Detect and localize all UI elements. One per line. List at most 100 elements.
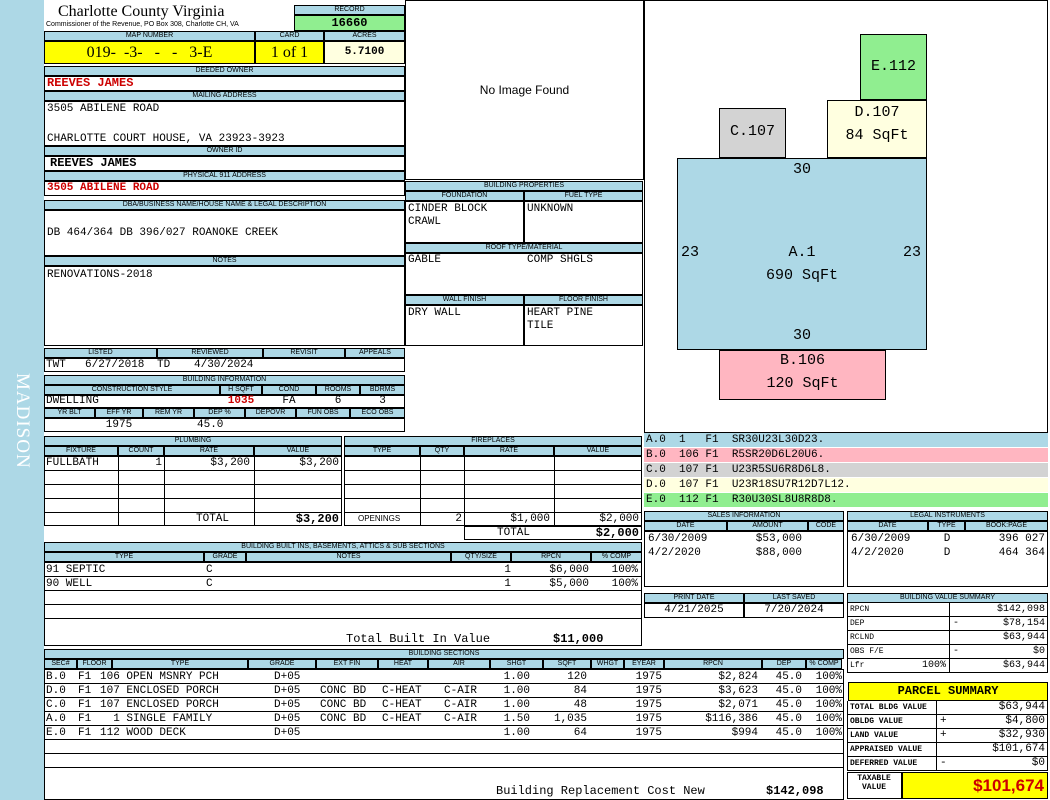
section-column-header: HEAT bbox=[378, 659, 428, 669]
value-summary-label: OBS F/E bbox=[850, 647, 884, 656]
section-eyear: 1975 bbox=[635, 699, 662, 711]
floor-finish-box: HEART PINE TILE bbox=[524, 305, 643, 346]
cond-value: FA bbox=[282, 395, 296, 407]
legal-row-type: D bbox=[943, 533, 951, 545]
section-eyear: 1975 bbox=[635, 671, 662, 683]
builtin-row-rpcn: $6,000 bbox=[549, 564, 589, 576]
builtins-rule bbox=[45, 604, 641, 605]
revisit-header: REVISIT bbox=[263, 348, 345, 358]
parcel-summary-label: TOTAL BLDG VALUE bbox=[850, 703, 927, 712]
value-summary-row: RCLND $63,944 bbox=[847, 631, 1048, 645]
legal-row-date: 6/30/2009 bbox=[851, 533, 911, 545]
parcel-summary-label: DEFERRED VALUE bbox=[850, 759, 918, 768]
parcel-summary-row: DEFERRED VALUE - $0 bbox=[847, 757, 1048, 771]
legal-row: 6/30/2009 D 396 027 bbox=[847, 532, 1048, 546]
construction-style: DWELLING bbox=[46, 395, 99, 407]
section-shgt: 1.00 bbox=[503, 671, 530, 683]
roof-type: GABLE bbox=[408, 254, 442, 266]
builtins-type-header: TYPE bbox=[44, 552, 204, 562]
foundation-line-1: CINDER BLOCK bbox=[408, 203, 488, 215]
builtin-row-qty: 1 bbox=[504, 564, 511, 576]
legal-row-type: D bbox=[943, 547, 951, 559]
section-column-header: EYEAR bbox=[624, 659, 664, 669]
section-floor: F1 bbox=[78, 671, 92, 683]
section-column-header: DEP bbox=[762, 659, 806, 669]
value-summary-rows: RPCN $142,098 DEP - $78,154 RCLND $63,944 OBS F… bbox=[847, 603, 1048, 673]
roof-material: COMP SHGLS bbox=[527, 254, 594, 266]
parcel-summary-row: LAND VALUE + $32,930 bbox=[847, 729, 1048, 743]
builtins-grade-header: GRADE bbox=[204, 552, 246, 562]
section-column-header: WHGT bbox=[591, 659, 624, 669]
sketch-c-label: C.107 bbox=[729, 123, 775, 140]
building-sections-header: BUILDING SECTIONS bbox=[44, 649, 844, 659]
section-sqft: 48 bbox=[573, 699, 587, 711]
floor-finish-line-1: HEART PINE bbox=[527, 307, 594, 319]
plumbing-rule bbox=[45, 470, 341, 471]
parcel-summary-label: LAND VALUE bbox=[850, 731, 899, 740]
value-summary-value: $0 bbox=[1032, 646, 1045, 657]
sketch-e-label: E.112 bbox=[870, 58, 916, 75]
sales-row-amount: $88,000 bbox=[755, 547, 802, 559]
sketch-b-area: 120 SqFt bbox=[766, 375, 839, 392]
sketch-b-label: B.106 bbox=[779, 352, 825, 369]
section-ext: CONC BD bbox=[320, 685, 367, 697]
builtin-row-type: 91 SEPTIC bbox=[46, 564, 106, 576]
fireplace-openings-value: $2,000 bbox=[599, 513, 639, 525]
value-summary-pct: 100% bbox=[921, 660, 946, 671]
mailing-line-1: 3505 ABILENE ROAD bbox=[47, 103, 160, 115]
legal-rows: 6/30/2009 D 396 027 4/2/2020 D 464 364 bbox=[847, 532, 1048, 560]
section-grade: D+05 bbox=[274, 699, 301, 711]
acres-value: 5.7100 bbox=[324, 41, 405, 64]
sales-row-date: 4/2/2020 bbox=[648, 547, 701, 559]
section-comp: 100% bbox=[815, 671, 842, 683]
builtin-row-comp: 100% bbox=[611, 578, 638, 590]
legal-description-header: DBA/BUSINESS NAME/HOUSE NAME & LEGAL DES… bbox=[44, 200, 405, 210]
parcel-summary-row: TOTAL BLDG VALUE $63,944 bbox=[847, 701, 1048, 715]
section-dep: 45.0 bbox=[775, 713, 802, 725]
section-dep: 45.0 bbox=[775, 727, 802, 739]
record-header: RECORD bbox=[294, 5, 405, 15]
plumbing-count-header: COUNT bbox=[118, 446, 164, 456]
sketch-code-row: C.0 107 F1 U23R5SU6R8D6L8. bbox=[644, 463, 1048, 478]
value-summary-value: $78,154 bbox=[1002, 618, 1045, 629]
section-column-header: GRADE bbox=[248, 659, 316, 669]
plumbing-value: $3,200 bbox=[299, 457, 339, 469]
parcel-summary-title: PARCEL SUMMARY bbox=[848, 682, 1048, 701]
value-summary-label: RPCN bbox=[850, 605, 870, 614]
building-section-row: A.0 F1 1 SINGLE FAMILY D+05 CONC BD C-HEAT C-… bbox=[44, 712, 844, 726]
sketch-code-row: E.0 112 F1 R30U30SL8U8R8D8. bbox=[644, 493, 1048, 508]
record-value: 16660 bbox=[294, 15, 405, 31]
plumbing-value-header: VALUE bbox=[254, 446, 342, 456]
builtin-row-grade: C bbox=[206, 564, 213, 576]
legal-row: 4/2/2020 D 464 364 bbox=[847, 546, 1048, 560]
building-section-row: D.0 F1 107 ENCLOSED PORCH D+05 CONC BD C-HEAT… bbox=[44, 684, 844, 698]
section-dep: 45.0 bbox=[775, 699, 802, 711]
sketch-d-area: 84 SqFt bbox=[845, 127, 909, 144]
parcel-summary-label: APPRAISED VALUE bbox=[850, 745, 923, 754]
building-sections-column-headers: SEC# FLOOR TYPE GRADE EXT FIN HEAT AIR SHGT SQFT… bbox=[44, 659, 844, 669]
section-air: C-AIR bbox=[444, 699, 478, 711]
parcel-summary-value: $4,800 bbox=[1005, 715, 1045, 727]
map-number: 019- -3- - - 3-E bbox=[44, 41, 255, 64]
fireplace-qty-header: QTY bbox=[420, 446, 464, 456]
sales-row: 4/2/2020 $88,000 bbox=[644, 546, 844, 560]
sketch-a-top-dim: 30 bbox=[792, 161, 811, 178]
building-section-row: C.0 F1 107 ENCLOSED PORCH D+05 CONC BD C-HEAT… bbox=[44, 698, 844, 712]
value-summary-value: $63,944 bbox=[1002, 632, 1045, 643]
physical-address-header: PHYSICAL 911 ADDRESS bbox=[44, 171, 405, 181]
builtins-rpcn-header: RPCN bbox=[511, 552, 591, 562]
parcel-summary-value: $0 bbox=[1031, 757, 1045, 769]
building-section-row: B.0 F1 106 OPEN MSNRY PCH D+05 1.00 120 1975 $2… bbox=[44, 670, 844, 684]
section-rpcn: $116,386 bbox=[705, 713, 758, 725]
section-grade: D+05 bbox=[274, 685, 301, 697]
section-heat: C-HEAT bbox=[382, 685, 422, 697]
plumbing-header: PLUMBING bbox=[44, 436, 342, 446]
section-shgt: 1.00 bbox=[503, 685, 530, 697]
section-type: 106 OPEN MSNRY PCH bbox=[100, 671, 219, 683]
legal-date-header: DATE bbox=[847, 521, 928, 531]
foundation-header: FOUNDATION bbox=[405, 191, 524, 201]
section-type: 112 WOOD DECK bbox=[100, 727, 186, 739]
section-column-header: RPCN bbox=[664, 659, 762, 669]
foundation-box: CINDER BLOCK CRAWL bbox=[405, 201, 524, 243]
section-column-header: TYPE bbox=[112, 659, 248, 669]
